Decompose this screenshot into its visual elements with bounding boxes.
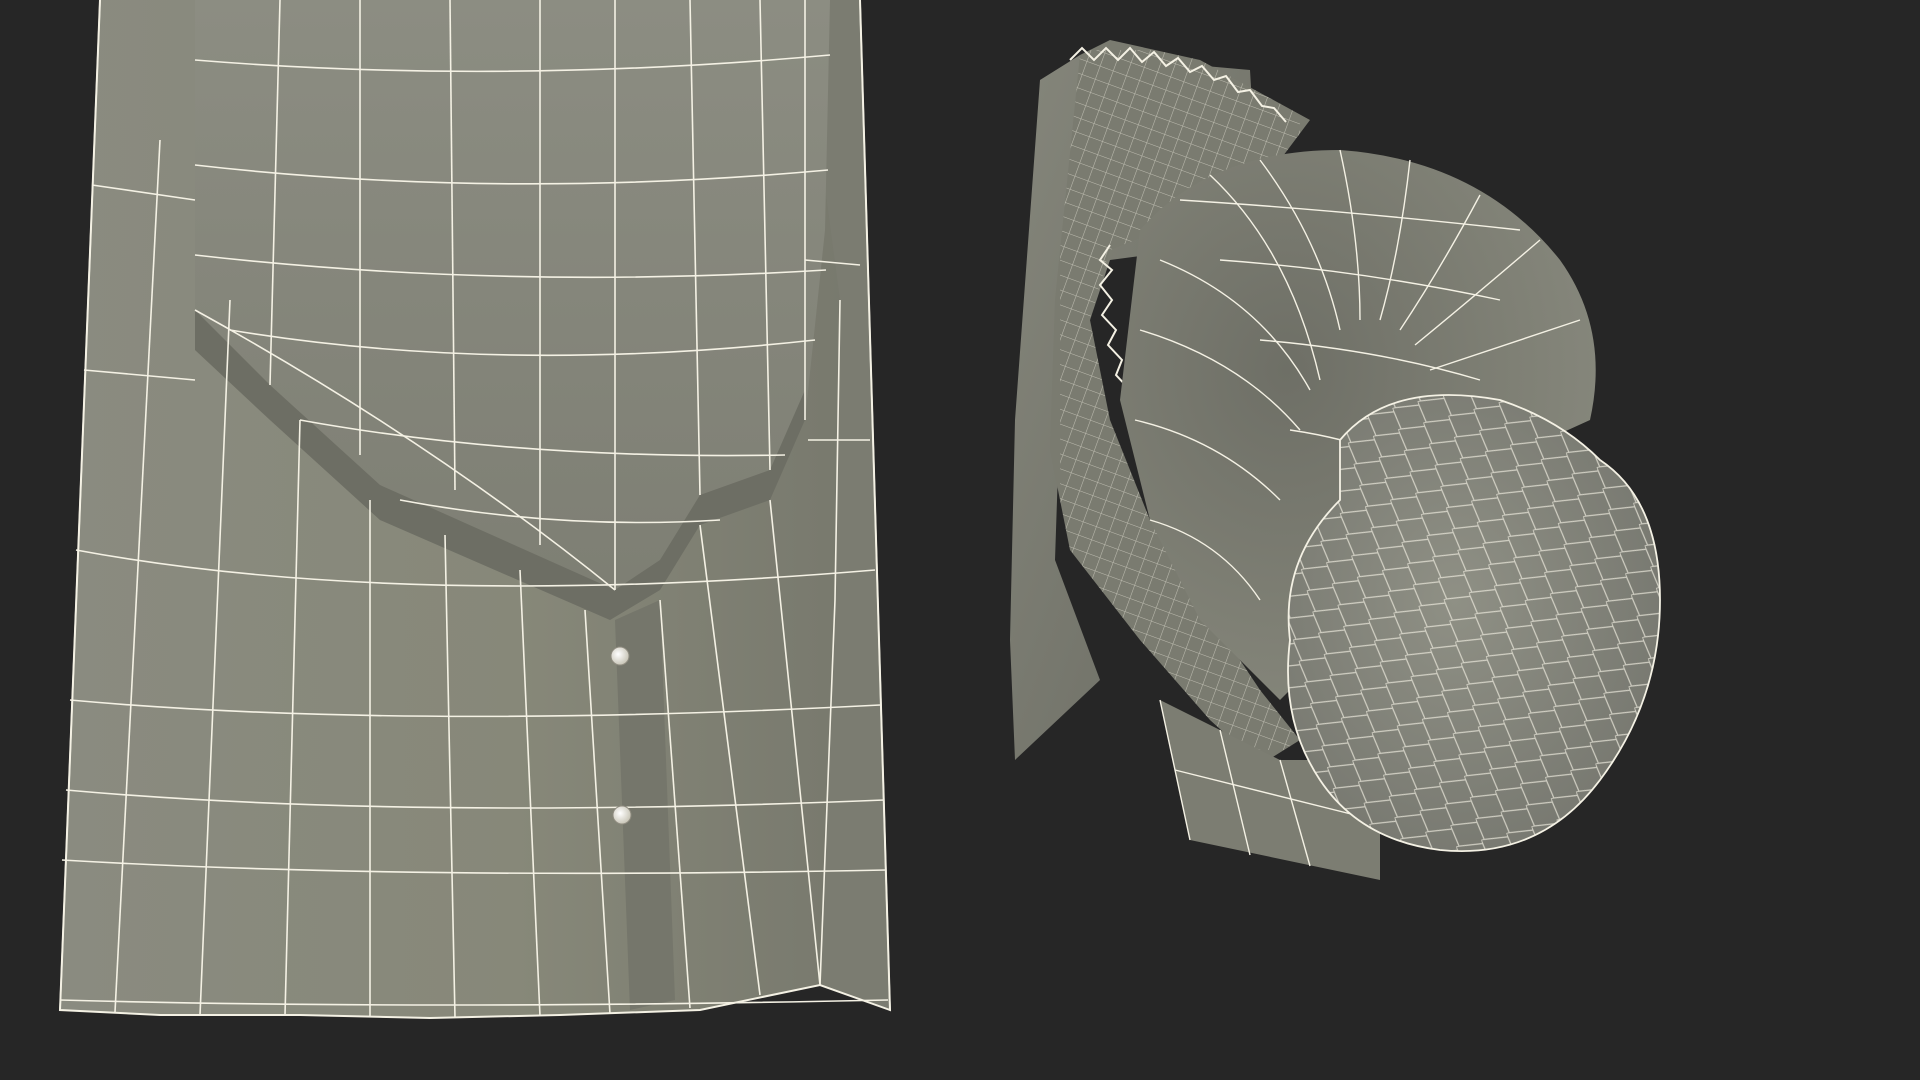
coat-hem-view: [0, 0, 960, 1080]
collar-bun-mesh: [1010, 40, 1661, 880]
coat-button-lower: [612, 805, 632, 825]
coat-button-upper: [610, 646, 630, 666]
collar-bun-view: [960, 0, 1920, 1080]
render-scene: [0, 0, 1920, 1080]
coat-hem-mesh: [58, 0, 892, 1020]
